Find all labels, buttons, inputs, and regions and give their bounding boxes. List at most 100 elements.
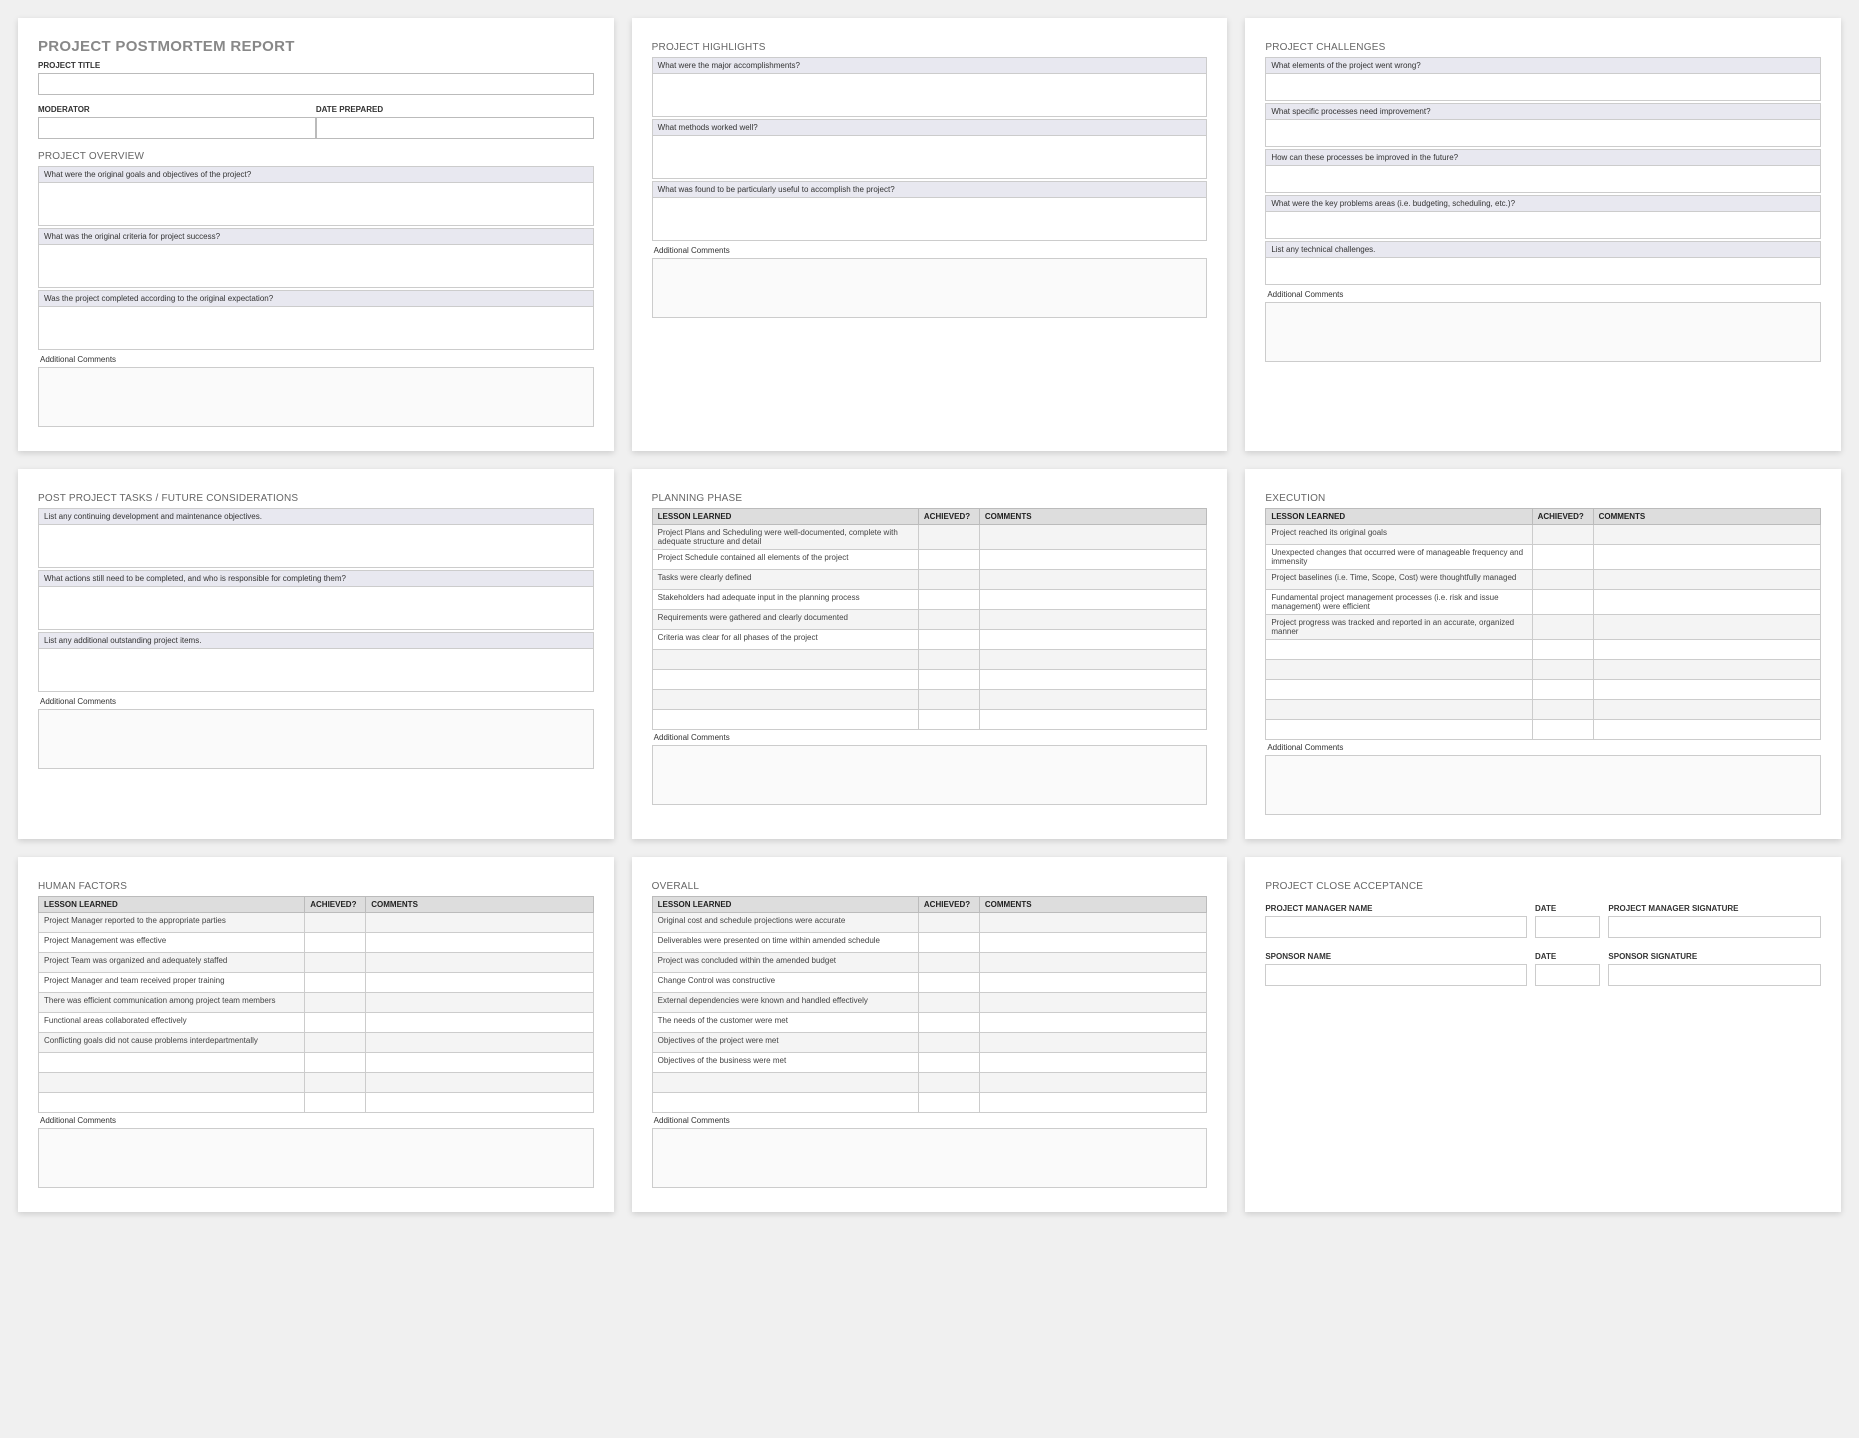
achieved-cell[interactable] [918,933,979,953]
highlights-q3-input[interactable] [652,197,1208,241]
comments-cell[interactable] [979,550,1206,570]
comments-cell[interactable] [979,1093,1206,1113]
comments-cell[interactable] [366,993,593,1013]
achieved-cell[interactable] [918,525,979,550]
date-prepared-input[interactable] [316,117,594,139]
comments-cell[interactable] [979,1013,1206,1033]
achieved-cell[interactable] [918,570,979,590]
achieved-cell[interactable] [1532,720,1593,740]
sp-sig-input[interactable] [1608,964,1821,986]
moderator-input[interactable] [38,117,316,139]
comments-cell[interactable] [979,590,1206,610]
project-title-input[interactable] [38,73,594,95]
comments-cell[interactable] [979,525,1206,550]
achieved-cell[interactable] [305,993,366,1013]
achieved-cell[interactable] [918,670,979,690]
achieved-cell[interactable] [1532,615,1593,640]
comments-cell[interactable] [979,710,1206,730]
challenges-comments-input[interactable] [1265,302,1821,362]
achieved-cell[interactable] [918,1033,979,1053]
achieved-cell[interactable] [1532,680,1593,700]
overall-comments-input[interactable] [652,1128,1208,1188]
achieved-cell[interactable] [918,973,979,993]
comments-cell[interactable] [1593,545,1820,570]
human-comments-input[interactable] [38,1128,594,1188]
achieved-cell[interactable] [305,953,366,973]
planning-comments-input[interactable] [652,745,1208,805]
achieved-cell[interactable] [305,1073,366,1093]
comments-cell[interactable] [366,1093,593,1113]
achieved-cell[interactable] [918,610,979,630]
post-q2-input[interactable] [38,586,594,630]
achieved-cell[interactable] [918,590,979,610]
achieved-cell[interactable] [918,1013,979,1033]
comments-cell[interactable] [366,1033,593,1053]
comments-cell[interactable] [979,973,1206,993]
comments-cell[interactable] [1593,570,1820,590]
comments-cell[interactable] [979,670,1206,690]
achieved-cell[interactable] [918,550,979,570]
achieved-cell[interactable] [305,933,366,953]
comments-cell[interactable] [1593,525,1820,545]
achieved-cell[interactable] [1532,640,1593,660]
comments-cell[interactable] [979,610,1206,630]
challenges-q3-input[interactable] [1265,165,1821,193]
achieved-cell[interactable] [918,690,979,710]
achieved-cell[interactable] [1532,590,1593,615]
comments-cell[interactable] [979,1053,1206,1073]
achieved-cell[interactable] [305,1093,366,1113]
achieved-cell[interactable] [918,650,979,670]
comments-cell[interactable] [979,1033,1206,1053]
comments-cell[interactable] [979,913,1206,933]
comments-cell[interactable] [1593,640,1820,660]
overview-comments-input[interactable] [38,367,594,427]
pm-sig-input[interactable] [1608,916,1821,938]
comments-cell[interactable] [979,690,1206,710]
achieved-cell[interactable] [305,1033,366,1053]
comments-cell[interactable] [1593,590,1820,615]
post-q1-input[interactable] [38,524,594,568]
sp-name-input[interactable] [1265,964,1527,986]
comments-cell[interactable] [366,913,593,933]
comments-cell[interactable] [366,1073,593,1093]
comments-cell[interactable] [1593,680,1820,700]
achieved-cell[interactable] [1532,525,1593,545]
achieved-cell[interactable] [305,913,366,933]
challenges-q4-input[interactable] [1265,211,1821,239]
execution-comments-input[interactable] [1265,755,1821,815]
challenges-q2-input[interactable] [1265,119,1821,147]
challenges-q5-input[interactable] [1265,257,1821,285]
overview-q2-input[interactable] [38,244,594,288]
achieved-cell[interactable] [918,1053,979,1073]
achieved-cell[interactable] [1532,545,1593,570]
achieved-cell[interactable] [918,710,979,730]
comments-cell[interactable] [366,933,593,953]
post-q3-input[interactable] [38,648,594,692]
achieved-cell[interactable] [918,1073,979,1093]
highlights-q1-input[interactable] [652,73,1208,117]
comments-cell[interactable] [1593,615,1820,640]
highlights-comments-input[interactable] [652,258,1208,318]
comments-cell[interactable] [1593,700,1820,720]
achieved-cell[interactable] [305,973,366,993]
post-comments-input[interactable] [38,709,594,769]
comments-cell[interactable] [979,993,1206,1013]
comments-cell[interactable] [979,570,1206,590]
comments-cell[interactable] [1593,720,1820,740]
achieved-cell[interactable] [918,913,979,933]
achieved-cell[interactable] [1532,570,1593,590]
comments-cell[interactable] [979,953,1206,973]
comments-cell[interactable] [366,973,593,993]
comments-cell[interactable] [366,1013,593,1033]
comments-cell[interactable] [979,933,1206,953]
highlights-q2-input[interactable] [652,135,1208,179]
comments-cell[interactable] [979,650,1206,670]
comments-cell[interactable] [1593,660,1820,680]
pm-date-input[interactable] [1535,916,1600,938]
achieved-cell[interactable] [1532,700,1593,720]
achieved-cell[interactable] [305,1053,366,1073]
achieved-cell[interactable] [305,1013,366,1033]
overview-q3-input[interactable] [38,306,594,350]
comments-cell[interactable] [366,953,593,973]
achieved-cell[interactable] [918,993,979,1013]
